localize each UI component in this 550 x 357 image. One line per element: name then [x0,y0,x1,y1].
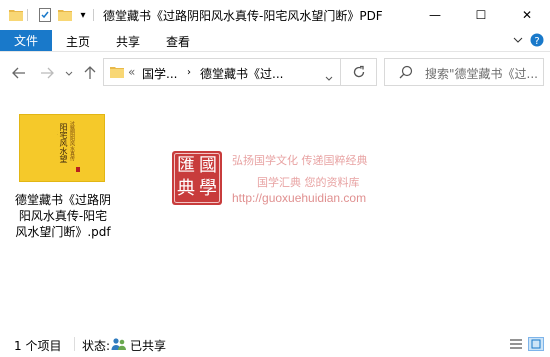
window-title: 德堂藏书《过路阴阳风水真传-阳宅风水望门断》PDF [103,9,383,23]
chevron-down-icon [325,76,333,81]
maximize-icon: ☐ [475,8,487,22]
file-name: 德堂藏书《过路阴阳风水真传-阳宅风水望门断》.pdf [15,193,112,239]
address-overflow[interactable]: « [128,65,135,79]
recent-locations-button[interactable] [64,64,74,82]
status-value: 已共享 [130,339,167,353]
divider [27,9,28,21]
details-view-icon [510,339,522,349]
arrow-right-icon [41,67,54,79]
arrow-up-icon [84,66,96,79]
customize-toolbar-icon[interactable]: ▾ [77,7,89,23]
shared-users-icon [111,337,127,354]
watermark-slogan: 弘扬国学文化 传递国粹经典 [232,154,368,167]
chevron-right-icon: › [187,67,191,78]
seal-char: 國 [199,155,217,176]
large-icons-view-icon [531,339,541,349]
new-folder-icon[interactable] [57,7,73,23]
divider [340,59,341,85]
close-icon: ✕ [521,8,533,22]
tab-home[interactable]: 主页 [66,33,90,50]
folder-icon [110,65,124,82]
svg-text:?: ? [534,36,539,47]
pdf-thumbnail: 过路阴阳风水真传 阳宅风水望门断 [19,114,105,182]
ribbon: 文件 主页 共享 查看 ? [0,30,550,52]
status-label: 状态: [82,339,111,353]
thumbnail-title: 阳宅风水望门断 [57,123,68,163]
address-segment[interactable]: 德堂藏书《过... [200,65,283,82]
refresh-icon [353,65,365,78]
refresh-button[interactable] [352,65,366,82]
folder-icon [8,7,24,23]
watermark-seal: 匯 國 典 學 [171,150,223,206]
file-item[interactable]: 过路阴阳风水真传 阳宅风水望门断 德堂藏书《过路阴阳风水真传-阳宅风水望门断》.… [15,114,111,264]
back-button[interactable] [10,64,28,82]
tab-share[interactable]: 共享 [116,33,140,50]
watermark-url: http://guoxuehuidian.com [232,191,367,205]
tab-view[interactable]: 查看 [166,33,190,50]
properties-icon[interactable] [37,7,53,23]
divider [74,337,75,351]
watermark-tagline: 国学汇典 您的资料库 [257,176,360,189]
chevron-down-icon [65,71,73,76]
title-bar: ▾ 德堂藏书《过路阴阳风水真传-阳宅风水望门断》PDF — ☐ ✕ [0,0,550,30]
maximize-button[interactable]: ☐ [458,0,504,30]
address-bar[interactable]: « 国学... › 德堂藏书《过... [103,58,377,86]
minimize-icon: — [429,8,441,22]
details-view-button[interactable] [508,337,524,351]
divider [93,9,94,21]
close-button[interactable]: ✕ [504,0,550,30]
arrow-left-icon [12,67,25,79]
seal-char: 匯 [177,155,195,176]
seal-char: 典 [177,178,195,199]
forward-button[interactable] [38,64,56,82]
address-segment[interactable]: 国学... [142,65,177,82]
thumbnail-subtitle: 过路阴阳风水真传 [70,121,75,161]
status-bar: 1 个项目 状态: 已共享 [0,333,550,357]
expand-ribbon-icon[interactable] [511,33,525,47]
address-dropdown-button[interactable] [325,70,333,84]
tab-file[interactable]: 文件 [0,30,52,51]
search-icon [399,65,413,82]
search-input[interactable]: 搜索"德堂藏书《过... [384,58,544,86]
help-icon[interactable]: ? [530,33,544,47]
up-button[interactable] [81,64,99,82]
large-icons-view-button[interactable] [528,337,544,351]
thumbnail-stamp [76,167,80,172]
search-placeholder: 搜索"德堂藏书《过... [425,67,538,81]
minimize-button[interactable]: — [412,0,458,30]
item-count: 1 个项目 [14,339,62,353]
seal-char: 學 [199,178,217,199]
